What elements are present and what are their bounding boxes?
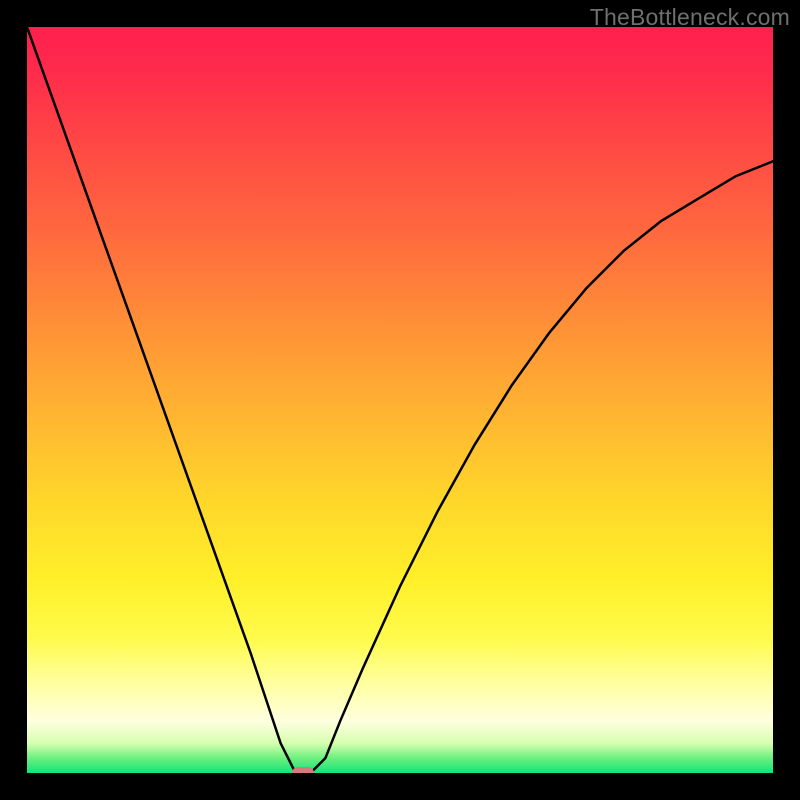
watermark-text: TheBottleneck.com (590, 4, 790, 31)
optimum-marker (292, 767, 314, 773)
plot-area (27, 27, 773, 773)
bottleneck-curve (27, 27, 773, 773)
chart-frame: TheBottleneck.com (0, 0, 800, 800)
